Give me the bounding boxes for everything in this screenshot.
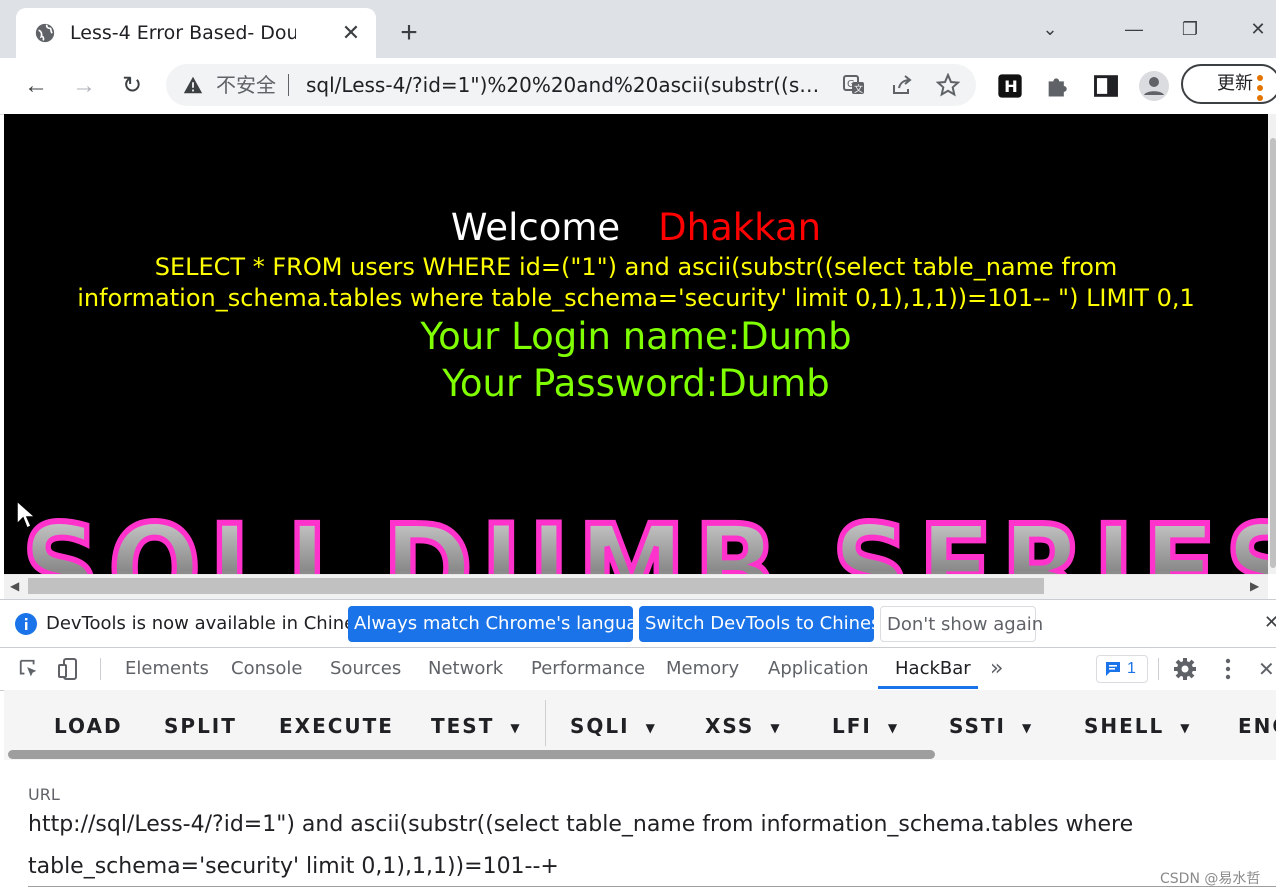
security-label[interactable]: 不安全 [216,72,276,98]
translate-icon[interactable]: G文 [842,73,866,97]
globe-icon [35,23,55,43]
divider [288,74,289,96]
hackbar-scroll-thumb[interactable] [8,750,935,759]
sqli-label: SQLI [570,714,630,738]
watermark-text: CSDN @易水哲 [1160,871,1261,887]
split-button[interactable]: SPLIT [164,712,237,740]
close-infobar-icon[interactable]: ✕ [1264,612,1276,633]
warning-icon [183,76,203,94]
lfi-label: LFI [832,714,872,738]
tab-performance[interactable]: Performance [531,648,645,690]
browser-tab[interactable]: Less-4 Error Based- DoubleQuotes ✕ [16,8,376,58]
tab-sources[interactable]: Sources [330,648,401,690]
scroll-left-arrow-icon[interactable]: ◀ [10,579,19,593]
xss-dropdown[interactable]: XSS ▼ [705,712,780,740]
divider [545,700,546,746]
always-match-language-button[interactable]: Always match Chrome's language [348,606,660,642]
tab-search-icon[interactable]: ⌄ [1032,14,1068,44]
menu-kebab-icon[interactable] [1256,74,1264,102]
settings-gear-icon[interactable] [1173,657,1197,681]
tab-elements[interactable]: Elements [125,648,209,690]
forward-icon[interactable]: → [68,70,100,102]
tab-console[interactable]: Console [231,648,302,690]
tab-memory[interactable]: Memory [666,648,739,690]
address-bar[interactable]: 不安全 sql/Less-4/?id=1")%20%20and%20ascii(… [166,64,976,106]
sql-query-text: SELECT * FROM users WHERE id=("1") and a… [77,253,1195,312]
close-window-icon[interactable]: ✕ [1240,14,1276,44]
ssti-dropdown[interactable]: SSTI ▼ [949,712,1031,740]
issues-count: 1 [1127,660,1136,677]
vertical-scroll-thumb[interactable] [1270,138,1276,568]
welcome-name: Dhakkan [658,206,822,249]
caret-down-icon: ▼ [645,720,655,735]
caret-down-icon: ▼ [770,720,780,735]
tab-application[interactable]: Application [768,648,869,690]
devtools-language-infobar: DevTools is now available in Chinese! Al… [0,599,1276,648]
extensions-puzzle-icon[interactable] [1044,72,1072,100]
test-dropdown[interactable]: TEST ▼ [431,712,520,740]
caret-down-icon: ▼ [1180,720,1190,735]
load-button[interactable]: LOAD [54,712,123,740]
ssti-label: SSTI [949,714,1006,738]
bookmark-star-icon[interactable] [936,73,960,97]
enc-dropdown[interactable]: ENC [1238,712,1276,740]
sqli-dumb-series-banner: SQLI DUMB SERIES [22,504,1268,574]
mouse-cursor-icon [16,500,36,530]
welcome-heading: Welcome Dhakkan [4,206,1268,250]
test-label: TEST [431,714,495,738]
minimize-icon[interactable]: — [1116,14,1152,44]
close-tab-icon[interactable]: ✕ [339,21,363,45]
more-tabs-button[interactable]: » [990,648,1003,690]
caret-down-icon: ▼ [887,720,898,735]
divider [100,658,101,680]
divider [1158,658,1159,680]
back-icon[interactable]: ← [20,70,52,102]
new-tab-button[interactable]: + [396,18,422,48]
share-icon[interactable] [890,73,914,97]
url-textarea[interactable]: http://sql/Less-4/?id=1") and ascii(subs… [28,804,1178,888]
device-toolbar-icon[interactable] [56,657,80,681]
tab-title: Less-4 Error Based- DoubleQuotes [70,22,296,44]
active-tab-indicator [878,686,978,689]
issues-button[interactable]: 1 [1096,655,1148,683]
password-text: Your Password:Dumb [442,362,830,405]
message-icon [1106,662,1120,676]
tab-hackbar[interactable]: HackBar [895,648,971,690]
sqli-dropdown[interactable]: SQLI ▼ [570,712,655,740]
banner-text: SQLI DUMB SERIES [22,504,1268,574]
svg-text:H: H [1004,77,1018,96]
horizontal-scroll-thumb[interactable] [28,578,1044,594]
browser-toolbar: ← → ↻ 不安全 sql/Less-4/?id=1")%20%20and%20… [0,58,1276,115]
url-label: URL [28,785,60,804]
info-icon [15,613,37,635]
svg-text:文: 文 [854,83,863,95]
xss-label: XSS [705,714,755,738]
url-field-underline [28,886,1276,887]
profile-avatar-icon[interactable] [1138,70,1170,102]
url-text[interactable]: sql/Less-4/?id=1")%20%20and%20ascii(subs… [306,72,826,98]
inspect-element-icon[interactable] [18,658,40,680]
dont-show-again-button[interactable]: Don't show again [880,606,1043,642]
shell-label: SHELL [1084,714,1165,738]
reload-icon[interactable]: ↻ [116,70,148,102]
side-panel-icon[interactable] [1092,72,1120,100]
caret-down-icon: ▼ [510,720,520,735]
hackbar-extension-icon[interactable]: H [996,72,1024,100]
login-name-text: Your Login name:Dumb [420,315,852,358]
close-devtools-icon[interactable]: ✕ [1258,657,1275,682]
execute-button[interactable]: EXECUTE [279,712,394,740]
infobar-message: DevTools is now available in Chinese! [46,613,383,634]
tab-strip: Less-4 Error Based- DoubleQuotes ✕ + ⌄ —… [0,0,1276,58]
caret-down-icon: ▼ [1022,720,1032,735]
devtools-tabbar: Elements Console Sources Network Perform… [0,647,1276,691]
lfi-dropdown[interactable]: LFI ▼ [832,712,897,740]
restore-icon[interactable]: ❐ [1172,14,1208,44]
scroll-right-arrow-icon[interactable]: ▶ [1250,579,1259,593]
tab-network[interactable]: Network [428,648,503,690]
welcome-word: Welcome [450,206,621,249]
page-viewport: Welcome Dhakkan SELECT * FROM users WHERE… [4,114,1268,574]
shell-dropdown[interactable]: SHELL ▼ [1084,712,1190,740]
devtools-menu-icon[interactable] [1224,657,1232,681]
switch-devtools-chinese-button[interactable]: Switch DevTools to Chinese [639,606,892,642]
